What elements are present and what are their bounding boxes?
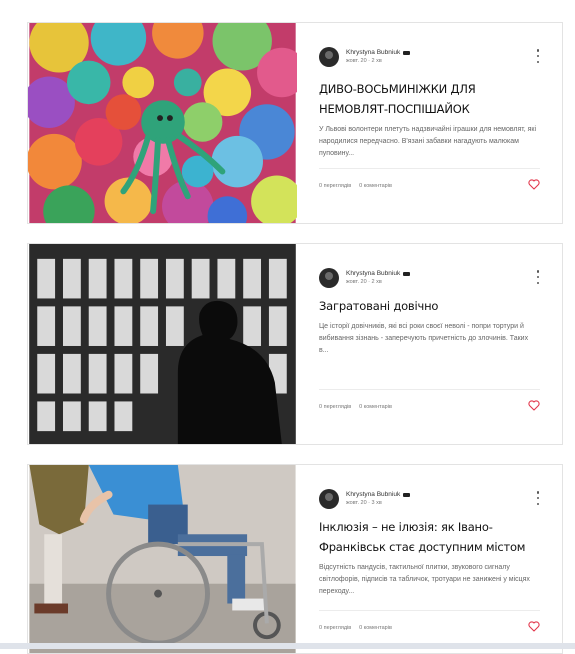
- views-count: 0 переглядів: [319, 625, 352, 631]
- post-card[interactable]: Khrystyna Bubniuk жовт. 20 · 2 хв Заграт…: [27, 243, 563, 445]
- admin-crown-icon: [403, 271, 411, 276]
- admin-crown-icon: [403, 492, 411, 497]
- like-heart-icon[interactable]: [528, 179, 540, 190]
- post-excerpt: Відсутність пандусів, тактильної плитки,…: [319, 564, 530, 595]
- post-title[interactable]: Інклюзія – не ілюзія: як Івано-Франківсь…: [319, 517, 534, 557]
- post-footer: 0 переглядів 0 коментарів: [319, 610, 540, 639]
- bottom-edge: [0, 643, 575, 649]
- like-heart-icon[interactable]: [528, 621, 540, 632]
- like-heart-icon[interactable]: [528, 400, 540, 411]
- comments-count[interactable]: 0 коментарів: [359, 625, 392, 631]
- author-name[interactable]: Khrystyna Bubniuk: [346, 49, 400, 57]
- author-name[interactable]: Khrystyna Bubniuk: [346, 491, 400, 499]
- more-options-icon[interactable]: [536, 491, 540, 505]
- post-date: жовт. 20 · 3 хв: [346, 500, 382, 506]
- avatar[interactable]: [319, 489, 339, 509]
- post-excerpt: Це історії довічників, які всі роки своє…: [319, 323, 529, 354]
- post-card[interactable]: Khrystyna Bubniuk жовт. 20 · 3 хв Інклюз…: [27, 464, 563, 654]
- wheelchair-photo: [29, 465, 296, 653]
- post-title[interactable]: ДИВО-ВОСЬМИНІЖКИ ДЛЯ НЕМОВЛЯТ-ПОСПІШАЙОК: [319, 79, 534, 119]
- comments-count[interactable]: 0 коментарів: [359, 183, 392, 189]
- author-name[interactable]: Khrystyna Bubniuk: [346, 270, 400, 278]
- post-date: жовт. 20 · 2 хв: [346, 58, 382, 64]
- post-footer: 0 переглядів 0 коментарів: [319, 168, 540, 197]
- post-image[interactable]: [28, 465, 297, 653]
- avatar[interactable]: [319, 47, 339, 67]
- post-image[interactable]: [28, 23, 297, 223]
- comments-count[interactable]: 0 коментарів: [359, 404, 392, 410]
- post-footer: 0 переглядів 0 коментарів: [319, 389, 540, 418]
- crochet-octopus-photo: [28, 23, 297, 223]
- post-card[interactable]: Khrystyna Bubniuk жовт. 20 · 2 хв ДИВО-В…: [27, 22, 563, 224]
- post-image[interactable]: [28, 244, 297, 444]
- post-title[interactable]: Загратовані довічно: [319, 296, 534, 316]
- post-excerpt: У Львові волонтери плетуть надзвичайні і…: [319, 126, 537, 157]
- more-options-icon[interactable]: [536, 270, 540, 284]
- more-options-icon[interactable]: [536, 49, 540, 63]
- prison-bars-photo: [29, 244, 296, 444]
- views-count: 0 переглядів: [319, 404, 352, 410]
- views-count: 0 переглядів: [319, 183, 352, 189]
- admin-crown-icon: [403, 50, 411, 55]
- avatar[interactable]: [319, 268, 339, 288]
- post-date: жовт. 20 · 2 хв: [346, 279, 382, 285]
